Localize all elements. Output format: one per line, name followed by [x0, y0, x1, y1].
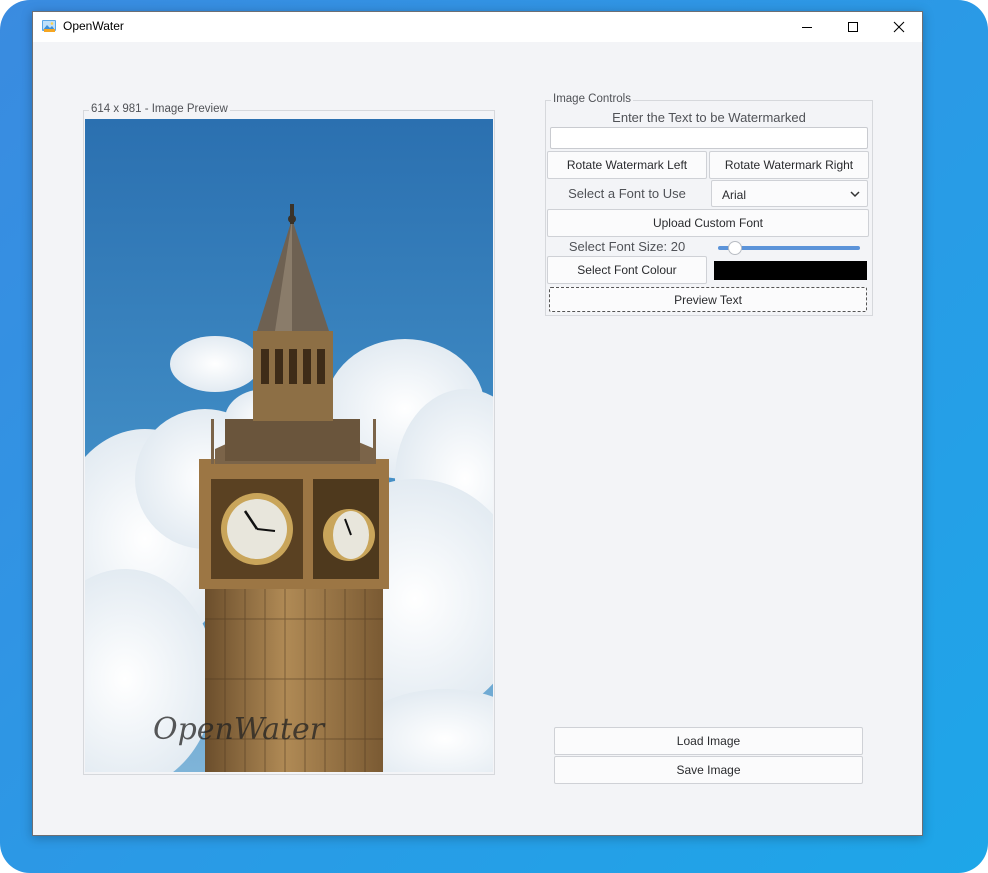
window-title: OpenWater	[63, 19, 124, 33]
watermark-text: OpenWater	[153, 712, 326, 747]
close-icon	[893, 21, 905, 33]
rotate-right-button[interactable]: Rotate Watermark Right	[709, 151, 869, 179]
image-preview-label: 614 x 981 - Image Preview	[89, 103, 230, 115]
rotate-left-button[interactable]: Rotate Watermark Left	[547, 151, 707, 179]
maximize-button[interactable]	[830, 12, 876, 42]
font-colour-swatch	[714, 261, 867, 280]
save-image-button[interactable]: Save Image	[554, 756, 863, 784]
watermark-text-input[interactable]	[550, 127, 868, 149]
app-window: OpenWater 614 x 981 - Image Preview Open…	[32, 11, 923, 836]
preview-text-button[interactable]: Preview Text	[549, 287, 867, 312]
close-button[interactable]	[876, 12, 922, 42]
minimize-button[interactable]	[784, 12, 830, 42]
font-size-slider[interactable]	[718, 241, 860, 255]
load-image-button[interactable]: Load Image	[554, 727, 863, 755]
font-select-value: Arial	[722, 188, 747, 202]
font-colour-button[interactable]: Select Font Colour	[547, 256, 707, 284]
chevron-down-icon	[850, 191, 860, 198]
preview-image: OpenWater	[85, 119, 493, 772]
image-controls-group: Image Controls Enter the Text to be Wate…	[545, 93, 873, 316]
font-size-label: Select Font Size: 20	[568, 239, 686, 254]
image-preview: OpenWater	[85, 119, 493, 772]
watermark-text-heading: Enter the Text to be Watermarked	[612, 110, 806, 125]
image-app-icon	[42, 20, 56, 32]
font-select-label: Select a Font to Use	[568, 186, 686, 201]
upload-font-button[interactable]: Upload Custom Font	[547, 209, 869, 237]
image-controls-label: Image Controls	[551, 93, 633, 105]
image-preview-group: 614 x 981 - Image Preview OpenWater	[83, 103, 495, 775]
minimize-icon	[802, 27, 812, 28]
slider-handle[interactable]	[728, 241, 742, 255]
font-select[interactable]: Arial	[711, 180, 868, 207]
title-bar[interactable]: OpenWater	[33, 12, 922, 42]
maximize-icon	[848, 22, 858, 32]
